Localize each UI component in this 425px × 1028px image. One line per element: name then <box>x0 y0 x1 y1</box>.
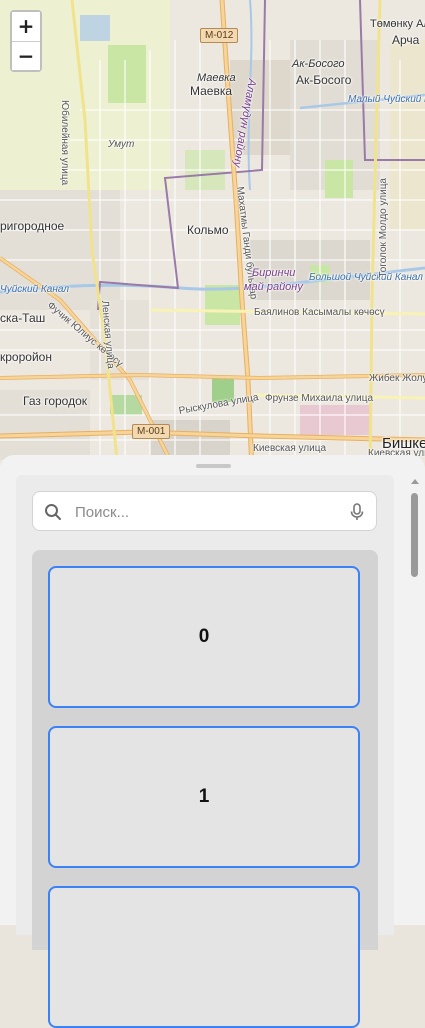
microphone-icon[interactable] <box>350 503 364 521</box>
item-list: 0 1 <box>32 550 378 1028</box>
map-label: Маевка <box>197 72 236 84</box>
scroll-up-arrow-icon[interactable] <box>411 479 419 484</box>
map-label: Фрунзе Михаила улица <box>265 393 374 404</box>
map-label: ска-Таш <box>0 311 46 325</box>
map-label: май району <box>244 281 303 293</box>
list-item-card[interactable] <box>48 886 360 1028</box>
search-input[interactable] <box>73 500 337 524</box>
map-label: Юбилейная улица <box>59 100 70 186</box>
map-label: ригородное <box>0 219 65 233</box>
map-label: Киевская улица <box>253 443 327 454</box>
map-label: Газ городок <box>23 394 87 408</box>
road-shield: M-001 <box>132 424 171 439</box>
map-view[interactable]: Төмөнку Ала Арча Маевка Маевка Ак-Босого… <box>0 0 425 470</box>
scrollbar-thumb[interactable] <box>411 493 418 577</box>
search-bar[interactable] <box>32 491 377 531</box>
map-label: Маевка <box>190 84 233 98</box>
zoom-in-button[interactable]: + <box>12 12 40 41</box>
map-label: Баялинов Касымалы көчөсү <box>254 307 385 318</box>
road-shield: M-012 <box>200 28 239 43</box>
bottom-sheet: 0 1 <box>0 455 425 1028</box>
list-item-label: 1 <box>198 786 210 807</box>
map-label: Арча <box>392 33 420 47</box>
search-icon <box>45 504 61 520</box>
map-label: Ак-Босого <box>292 58 345 70</box>
zoom-control: + − <box>10 10 42 72</box>
map-label: Малый Чуйский канал <box>348 94 425 105</box>
sheet-drag-handle[interactable] <box>196 464 231 468</box>
zoom-out-button[interactable]: − <box>12 41 40 70</box>
map-label: Биринчи <box>252 267 296 279</box>
map-label: Жибек Жолу пр. <box>369 373 425 384</box>
map-label: кроройон <box>0 350 52 364</box>
map-label: Чуйский Канал <box>0 284 69 295</box>
map-label: Төмөнку Ала <box>370 18 425 30</box>
map-label: Ак-Босого <box>296 73 352 87</box>
sheet-content: 0 1 <box>16 475 394 1028</box>
map-label: Тоголок Молдо улица <box>378 178 389 278</box>
map-label: Кольмо <box>187 223 229 237</box>
list-item-card[interactable]: 1 <box>48 726 360 868</box>
list-item-card[interactable]: 0 <box>48 566 360 708</box>
map-label: Умут <box>108 139 135 150</box>
scrollbar[interactable] <box>410 473 420 933</box>
list-item-label: 0 <box>198 626 210 647</box>
map-label: Большой Чуйский Канал <box>309 272 423 283</box>
